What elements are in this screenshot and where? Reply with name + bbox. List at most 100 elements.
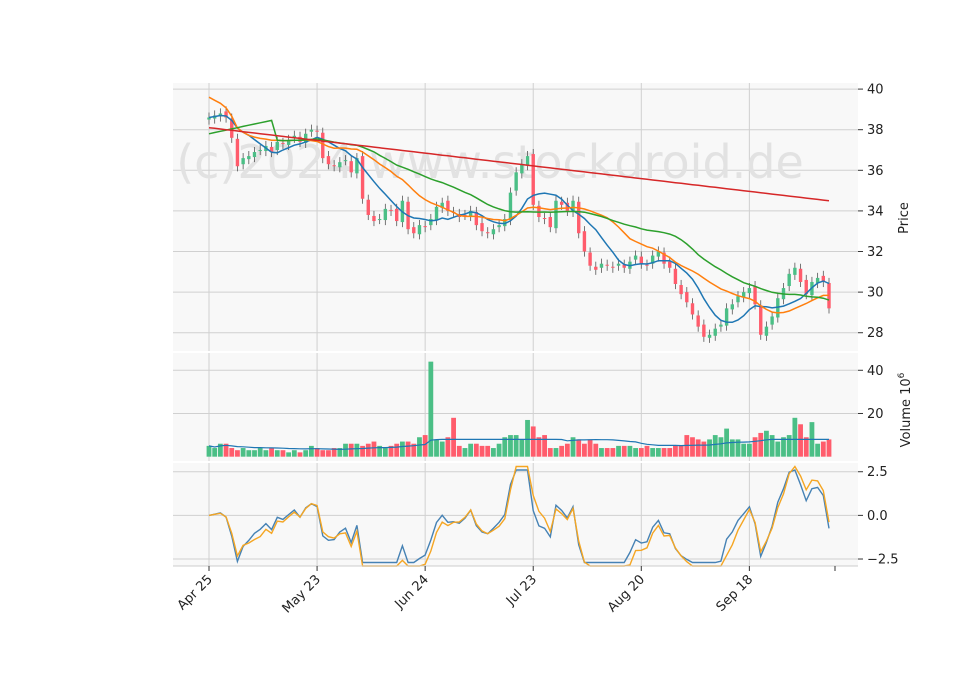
volume-bar (360, 445, 365, 457)
candle-body (759, 305, 763, 335)
volume-bar (587, 439, 593, 457)
oscillator-axis-tick-label: −2.5 (867, 553, 899, 568)
volume-bar (593, 443, 599, 457)
candle-body (332, 165, 336, 167)
volume-bar (678, 445, 684, 457)
volume-bar (638, 448, 644, 457)
candle-body (343, 160, 348, 162)
volume-bar (343, 443, 348, 457)
volume-bar (257, 448, 263, 457)
volume-bar (308, 445, 314, 457)
volume-bar (417, 437, 422, 457)
candle-body (645, 264, 649, 266)
candle-body (241, 158, 245, 165)
volume-bar (229, 448, 235, 457)
volume-bar (348, 443, 354, 457)
volume-bar (280, 450, 286, 457)
volume-bar (303, 450, 309, 457)
oscillator-axis-tick-label: 2.5 (867, 465, 888, 480)
volume-bar (655, 448, 661, 457)
price-axis-label: Price (897, 202, 912, 234)
volume-bar (576, 439, 582, 457)
candle-body (770, 316, 774, 325)
candle-body (548, 217, 552, 228)
candle-body (486, 232, 490, 234)
candle-body (252, 152, 257, 158)
volume-bar (741, 443, 747, 457)
volume-axis-label-base: Volume 10 (899, 378, 914, 447)
candle-body (559, 201, 564, 205)
candle-body (542, 218, 547, 220)
volume-bar (695, 439, 701, 457)
candle-body (798, 268, 803, 282)
candle-body (315, 130, 319, 132)
volume-bar (439, 441, 445, 457)
candle-body (258, 150, 262, 151)
volume-bar (496, 443, 502, 457)
volume-bar (291, 450, 297, 457)
x-axis-tick-label: Jul 23 (503, 572, 540, 609)
volume-bar (667, 448, 673, 457)
volume-bar (803, 437, 809, 457)
volume-bar (519, 439, 525, 457)
volume-bar (451, 417, 456, 457)
candle-body (281, 142, 285, 144)
candle-body (309, 129, 314, 132)
volume-axis-tick-label: 20 (867, 407, 884, 422)
volume-bar (644, 445, 650, 457)
volume-bar (673, 445, 678, 457)
candle-body (787, 273, 791, 287)
x-axis-tick-label: Sep 18 (714, 572, 757, 615)
candle-body (275, 141, 279, 150)
volume-bar (445, 437, 451, 457)
volume-bar (502, 437, 508, 457)
volume-bar (246, 450, 252, 457)
candle-body (235, 138, 240, 167)
chart-figure: (c)2024 www.stockdroid.de 28 30 32 34 36 38 40… (0, 0, 960, 690)
candle-body (395, 208, 399, 222)
candle-body (633, 255, 638, 260)
volume-bar (240, 448, 246, 457)
candle-body (696, 315, 700, 327)
volume-bar (769, 435, 775, 457)
watermark: (c)2024 www.stockdroid.de (176, 135, 804, 189)
price-axis-tick-label: 36 (867, 164, 884, 179)
candle-body (690, 303, 695, 315)
candle-body (497, 225, 501, 228)
volume-bar (513, 435, 519, 457)
volume-bar (752, 437, 758, 457)
volume-bar (746, 443, 752, 457)
volume-bar (701, 441, 707, 457)
candle-body (338, 162, 342, 168)
candle-body (582, 231, 587, 252)
volume-bar (235, 450, 240, 457)
price-axis-tick-label: 30 (867, 286, 884, 301)
candle-body (639, 256, 643, 264)
candle-body (611, 266, 615, 268)
oscillator-panel-background (173, 463, 858, 566)
volume-bar (633, 448, 639, 457)
price-axis-tick-label: 40 (867, 83, 884, 98)
candle-body (366, 199, 370, 215)
volume-bar (621, 445, 627, 457)
oscillator-axis-tick-label: 0.0 (867, 509, 888, 524)
volume-bar (792, 417, 798, 457)
candle-body (383, 208, 388, 221)
volume-bar (553, 448, 559, 457)
volume-bar (826, 439, 832, 457)
volume-bar (263, 450, 269, 457)
volume-bar (712, 435, 718, 457)
volume-bar (525, 419, 530, 457)
price-axis-tick-label: 28 (867, 326, 884, 341)
volume-bar (286, 452, 292, 457)
candle-body (434, 206, 439, 221)
candle-body (719, 324, 723, 327)
price-axis-tick-label: 34 (867, 204, 884, 219)
candle-body (360, 156, 365, 199)
volume-bar (394, 443, 400, 457)
volume-bar (422, 435, 428, 457)
x-axis-tick-label: Jun 24 (392, 572, 432, 612)
candle-body (702, 324, 706, 337)
candle-body (793, 267, 797, 275)
volume-bar (405, 441, 411, 457)
